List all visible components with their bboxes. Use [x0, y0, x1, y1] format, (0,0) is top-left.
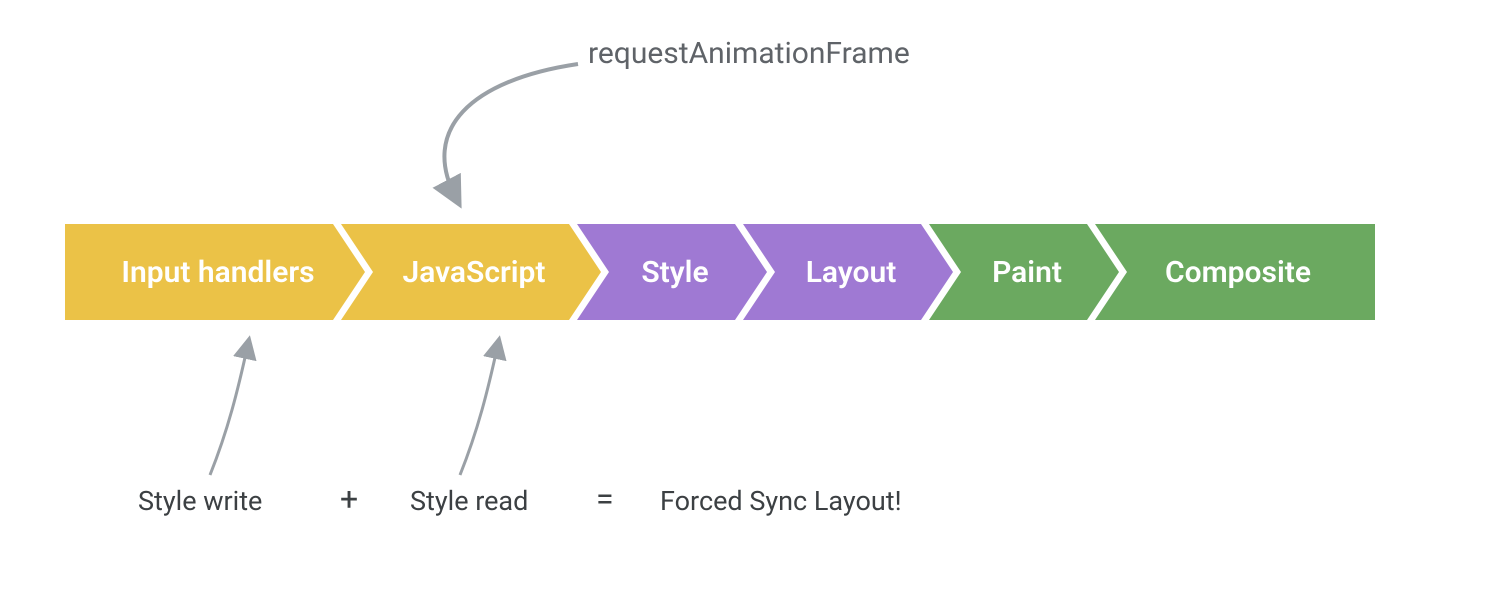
stage-label-javascript: JavaScript [396, 255, 545, 290]
stage-label-paint: Paint [986, 255, 1062, 290]
equals-symbol: = [596, 480, 614, 518]
stage-label-style: Style [635, 255, 708, 290]
stage-paint: Paint [929, 224, 1119, 320]
stage-composite: Composite [1095, 224, 1375, 320]
plus-symbol: + [340, 480, 358, 518]
style-read-label: Style read [410, 485, 528, 517]
stage-label-input-handlers: Input handlers [115, 255, 314, 290]
stage-label-composite: Composite [1159, 255, 1311, 290]
style-write-label: Style write [138, 485, 262, 517]
stage-style: Style [577, 224, 767, 320]
stage-javascript: JavaScript [341, 224, 601, 320]
stage-label-layout: Layout [800, 255, 897, 290]
raf-label: requestAnimationFrame [588, 36, 910, 71]
stage-layout: Layout [743, 224, 953, 320]
forced-sync-layout-label: Forced Sync Layout! [660, 485, 902, 517]
rendering-pipeline: Input handlers JavaScript Style Layout Paint… [65, 224, 1375, 320]
stage-input-handlers: Input handlers [65, 224, 365, 320]
